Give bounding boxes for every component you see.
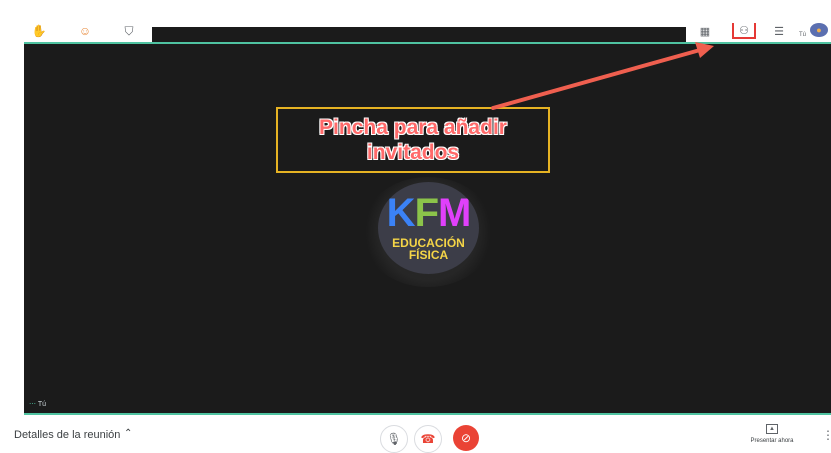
microphone-button[interactable]: 🎙︎	[380, 425, 408, 453]
callout-line-1: Pincha para añadir	[319, 116, 507, 139]
self-label: Tú	[799, 32, 807, 38]
grid-layout-icon[interactable]: ▦	[696, 23, 714, 39]
camera-button[interactable]: ⊘	[453, 425, 479, 451]
more-options-icon[interactable]: ⋮	[822, 428, 831, 442]
annotation-callout: Pincha para añadir invitados	[276, 107, 550, 173]
meeting-details-button[interactable]: Detalles de la reunión	[14, 429, 120, 441]
avatar[interactable]: ●	[810, 23, 828, 37]
shield-icon[interactable]: ⛉	[120, 23, 138, 39]
top-video-strip	[152, 27, 686, 42]
leave-call-button[interactable]: ☎	[414, 425, 442, 453]
stage-self-name: ⋯ Tú	[29, 401, 46, 408]
participant-logo: KFM EDUCACIÓN FÍSICA	[378, 182, 479, 274]
audio-level-icon: ⋯	[29, 401, 36, 408]
camera-off-icon: ⊘	[460, 431, 472, 445]
emoji-activities-icon[interactable]: ☺	[76, 23, 94, 39]
present-now-button[interactable]: ▲ Presentar ahora	[742, 424, 802, 448]
logo-line-2: FÍSICA	[408, 248, 449, 262]
chat-icon[interactable]: ☰	[770, 23, 788, 39]
microphone-icon: 🎙︎	[386, 432, 402, 446]
raise-hand-icon[interactable]: ✋	[30, 23, 48, 39]
present-screen-icon: ▲	[766, 424, 778, 434]
chevron-up-icon[interactable]: ⌃	[124, 428, 132, 439]
phone-hangup-icon: ☎	[420, 432, 436, 446]
people-icon[interactable]: ⚇	[732, 23, 756, 39]
logo-letters: KFM	[386, 191, 472, 235]
callout-line-2: invitados	[366, 141, 460, 164]
